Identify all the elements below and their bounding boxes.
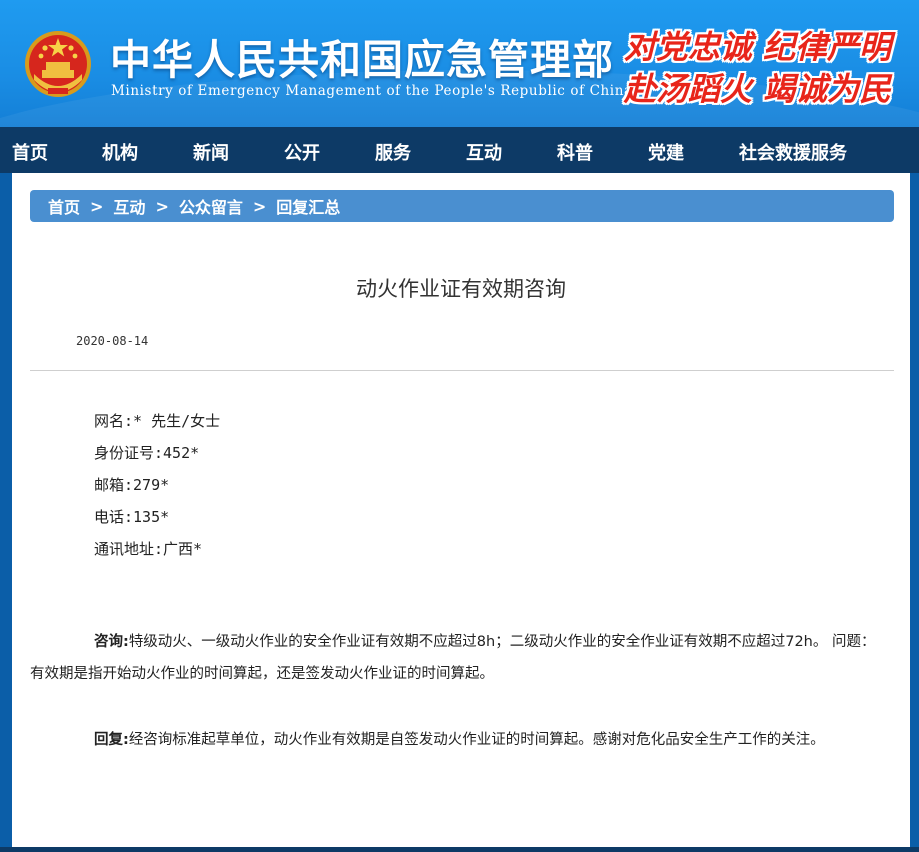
nav-item-organization[interactable]: 机构 xyxy=(102,139,138,165)
breadcrumb-interaction[interactable]: 互动 xyxy=(113,194,145,218)
content-panel: 首页 > 互动 > 公众留言 > 回复汇总 动火作业证有效期咨询 2020-08… xyxy=(12,173,910,847)
site-header: 中华人民共和国应急管理部 Ministry of Emergency Manag… xyxy=(0,0,919,127)
divider xyxy=(30,370,894,371)
info-phone: 电话:135* xyxy=(94,508,170,526)
info-id-number: 身份证号:452* xyxy=(94,444,200,462)
question-label: 咨询: xyxy=(94,634,129,650)
nav-item-party[interactable]: 党建 xyxy=(648,139,684,165)
breadcrumb-reply-summary[interactable]: 回复汇总 xyxy=(276,194,340,218)
reply-text: 经咨询标准起草单位，动火作业有效期是自签发动火作业证的时间算起。感谢对危化品安全… xyxy=(128,732,825,748)
info-address: 通讯地址:广西* xyxy=(94,540,203,558)
nav-item-rescue-service[interactable]: 社会救援服务 xyxy=(739,139,847,165)
question-paragraph: 咨询:特级动火、一级动火作业的安全作业证有效期不应超过8h；二级动火作业的安全作… xyxy=(30,626,886,690)
nav-item-service[interactable]: 服务 xyxy=(375,139,411,165)
site-name[interactable]: 中华人民共和国应急管理部 xyxy=(110,26,614,86)
reply-label: 回复: xyxy=(94,732,129,748)
nav-item-home[interactable]: 首页 xyxy=(12,139,48,165)
breadcrumb-public-messages[interactable]: 公众留言 xyxy=(179,194,243,218)
breadcrumb: 首页 > 互动 > 公众留言 > 回复汇总 xyxy=(30,190,894,222)
national-emblem-icon[interactable] xyxy=(24,28,92,100)
article-date: 2020-08-14 xyxy=(76,334,149,348)
info-name: 网名:* 先生/女士 xyxy=(94,412,221,430)
main-nav: 首页 机构 新闻 公开 服务 互动 科普 党建 社会救援服务 xyxy=(0,127,919,173)
nav-item-public[interactable]: 公开 xyxy=(284,139,320,165)
slogan-line-1: 对党忠诚 纪律严明 xyxy=(623,28,891,66)
question-text: 特级动火、一级动火作业的安全作业证有效期不应超过8h；二级动火作业的安全作业证有… xyxy=(30,634,876,682)
info-email: 邮箱:279* xyxy=(94,476,170,494)
nav-item-news[interactable]: 新闻 xyxy=(193,139,229,165)
article-title: 动火作业证有效期咨询 xyxy=(356,277,566,301)
reply-paragraph: 回复:经咨询标准起草单位，动火作业有效期是自签发动火作业证的时间算起。感谢对危化… xyxy=(30,724,886,756)
breadcrumb-home[interactable]: 首页 xyxy=(48,194,80,218)
breadcrumb-separator: > xyxy=(90,196,104,216)
breadcrumb-separator: > xyxy=(252,196,267,216)
slogan-line-2: 赴汤蹈火 竭诚为民 xyxy=(623,70,891,108)
site-name-english: Ministry of Emergency Management of the … xyxy=(111,83,633,99)
nav-item-science[interactable]: 科普 xyxy=(557,139,593,165)
breadcrumb-separator: > xyxy=(155,196,169,216)
footer-bar xyxy=(0,847,919,852)
nav-item-interaction[interactable]: 互动 xyxy=(466,139,502,165)
